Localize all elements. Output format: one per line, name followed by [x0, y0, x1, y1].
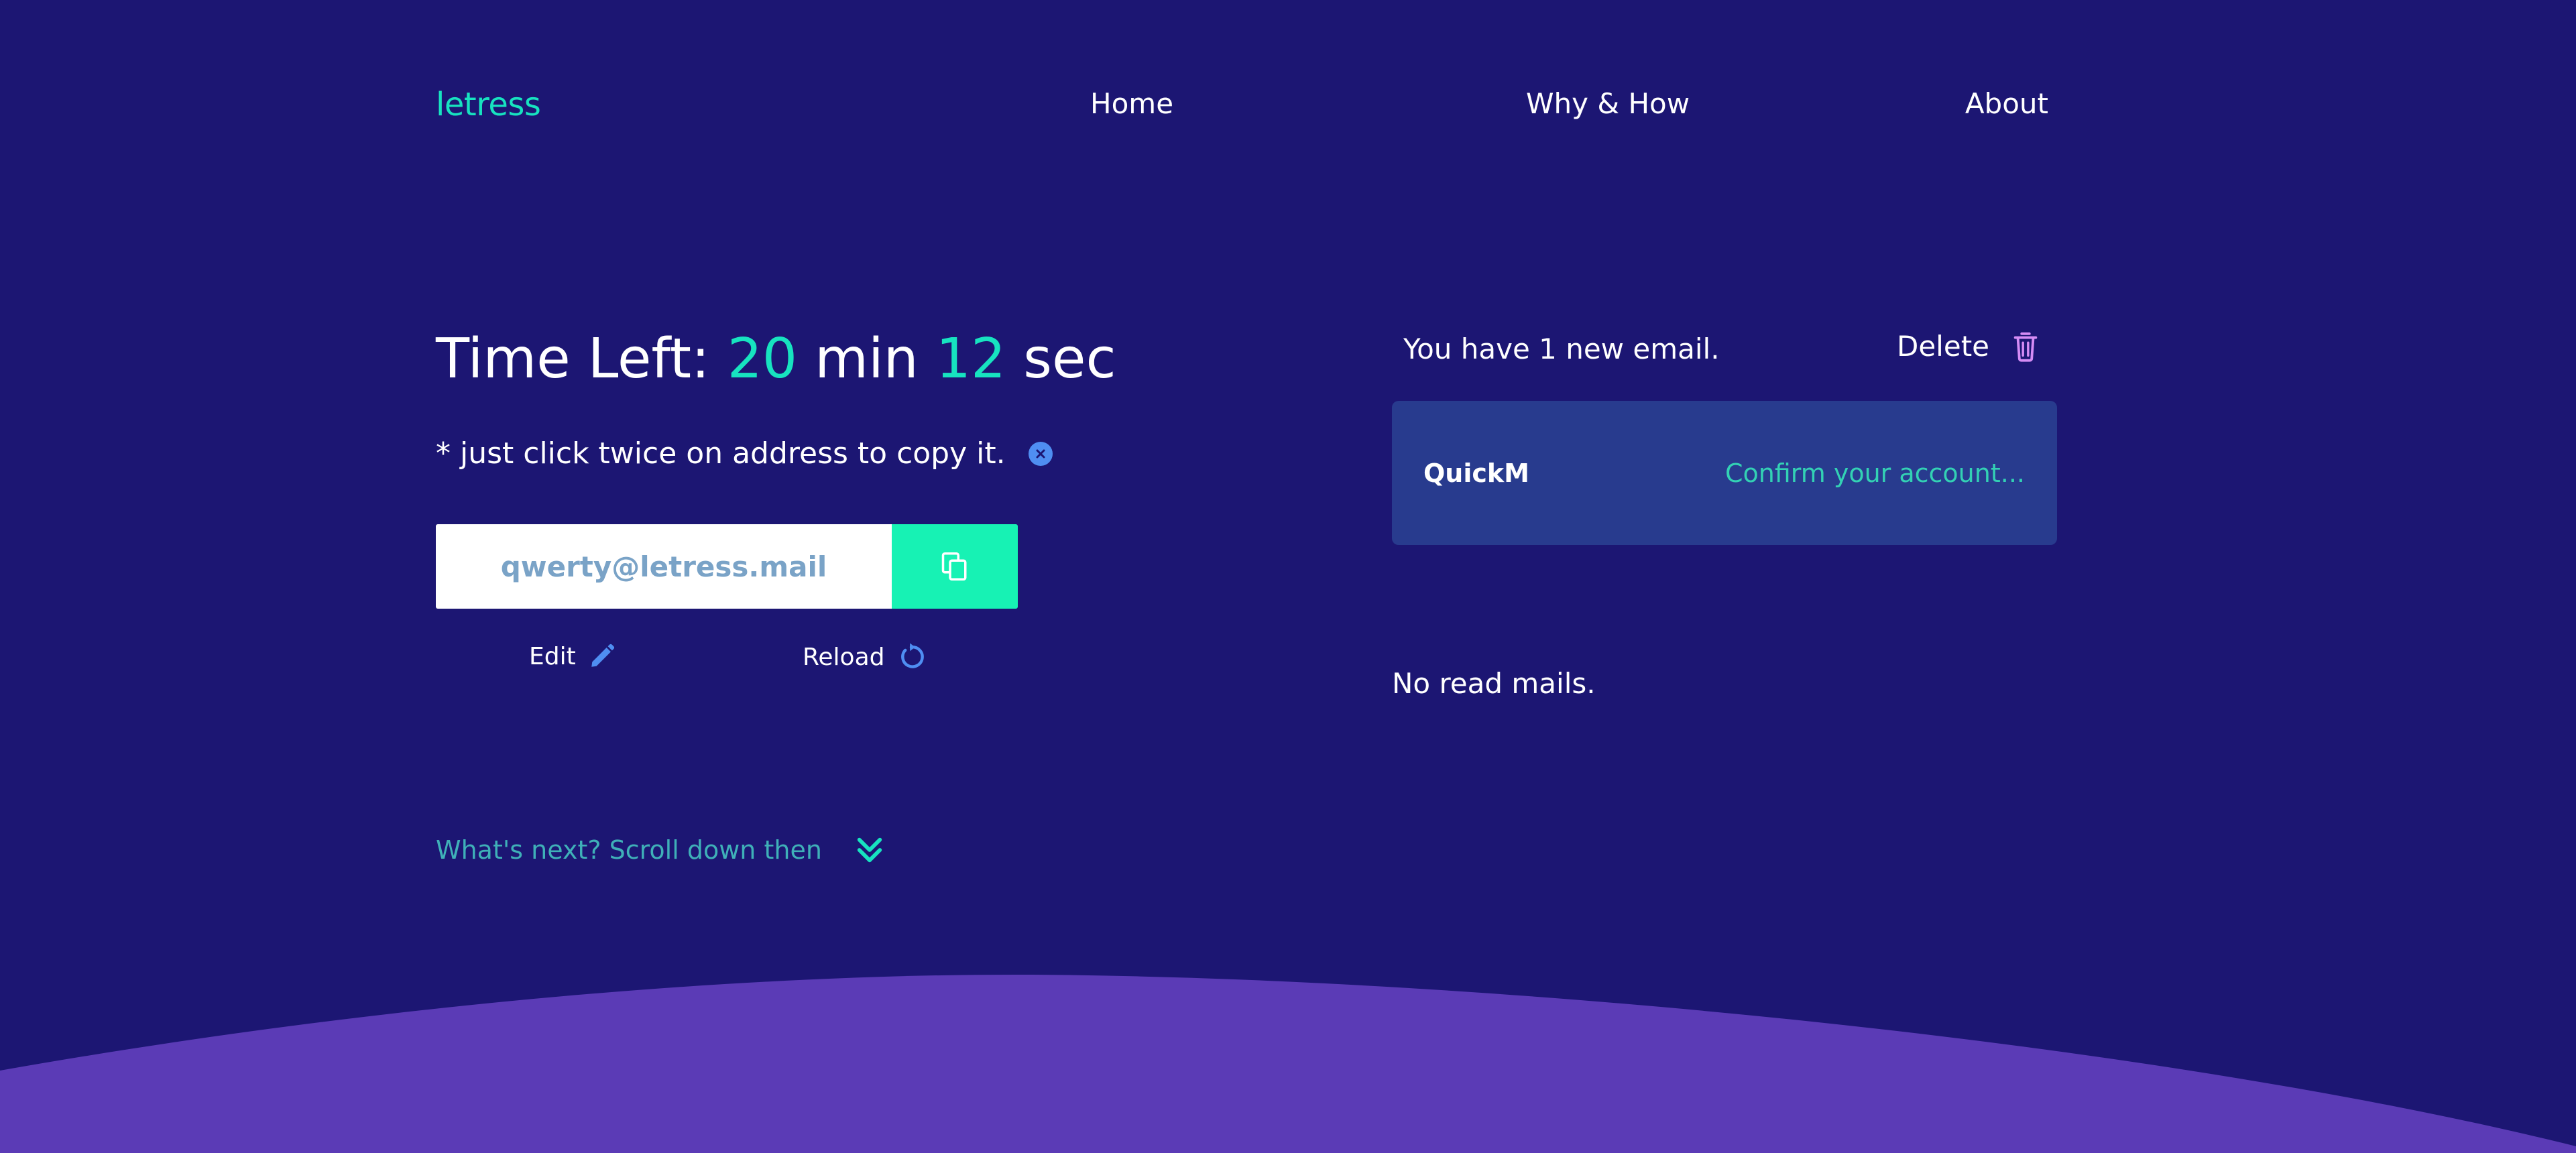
double-chevron-down-icon	[854, 835, 885, 865]
time-left-heading: Time Left: 20 min 12 sec	[436, 332, 1116, 387]
edit-label: Edit	[529, 642, 576, 670]
scroll-down-hint[interactable]: What's next? Scroll down then	[436, 835, 885, 865]
scroll-down-text: What's next? Scroll down then	[436, 835, 822, 865]
trash-icon	[2012, 331, 2039, 362]
delete-label: Delete	[1897, 330, 1989, 363]
bottom-wave	[0, 974, 2576, 1153]
edit-button[interactable]: Edit	[529, 642, 616, 670]
nav-why-how-link[interactable]: Why & How	[1526, 87, 1690, 120]
time-left-prefix: Time Left:	[436, 327, 710, 391]
timer-minutes: 20	[727, 327, 798, 391]
copy-icon	[941, 551, 969, 582]
read-mails-status: No read mails.	[1392, 667, 1596, 700]
timer-min-label: min	[815, 327, 919, 391]
mail-list-item[interactable]: QuickM Confirm your account...	[1392, 401, 2057, 545]
nav-about-link[interactable]: About	[1965, 87, 2048, 120]
mail-sender: QuickM	[1423, 459, 1529, 488]
mail-subject: Confirm your account...	[1724, 459, 2025, 488]
pencil-icon	[588, 642, 616, 670]
timer-sec-label: sec	[1023, 327, 1116, 391]
timer-seconds: 12	[935, 327, 1006, 391]
reload-label: Reload	[803, 643, 885, 671]
reload-icon	[896, 642, 926, 672]
reload-button[interactable]: Reload	[803, 642, 926, 672]
copy-hint-text: * just click twice on address to copy it…	[436, 436, 1006, 471]
delete-button[interactable]: Delete	[1897, 330, 2039, 363]
email-address-input[interactable]	[436, 524, 892, 609]
logo[interactable]: letress	[436, 86, 541, 123]
email-address-box	[436, 524, 1018, 609]
inbox-status: You have 1 new email.	[1403, 332, 1720, 365]
copy-hint: * just click twice on address to copy it…	[436, 439, 1053, 469]
close-circle-icon[interactable]	[1028, 442, 1053, 466]
copy-button[interactable]	[892, 524, 1018, 609]
nav-home-link[interactable]: Home	[1090, 87, 1173, 120]
